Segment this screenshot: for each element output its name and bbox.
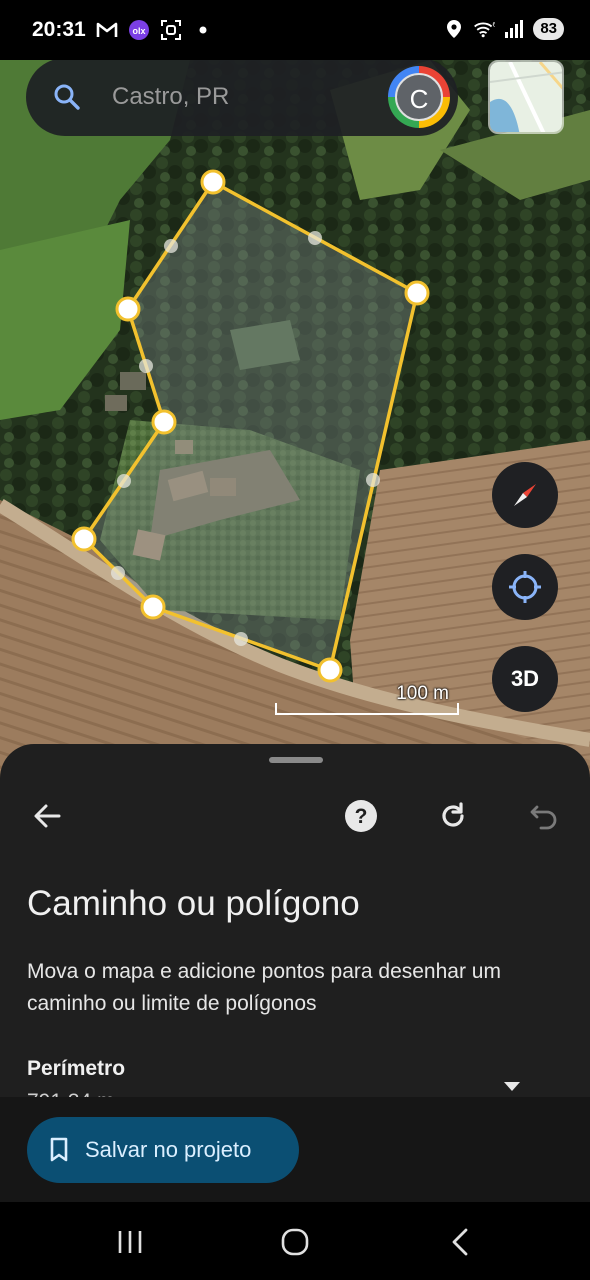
help-icon: ? xyxy=(345,800,377,832)
polygon-vertex[interactable] xyxy=(140,594,166,620)
recent-apps-icon xyxy=(118,1231,142,1253)
redo-button[interactable] xyxy=(431,794,475,838)
back-nav-button[interactable] xyxy=(440,1222,480,1262)
polygon-vertex[interactable] xyxy=(151,409,177,435)
notification-icons: olx xyxy=(96,19,214,41)
bookmark-icon xyxy=(50,1137,68,1162)
compass-icon xyxy=(514,484,536,506)
sheet-description: Mova o mapa e adicione pontos para desen… xyxy=(27,960,501,1015)
search-icon[interactable] xyxy=(52,82,82,112)
map-layers-button[interactable] xyxy=(488,60,564,134)
3d-toggle-button[interactable]: 3D xyxy=(492,646,558,712)
action-bar: Salvar no projeto xyxy=(0,1097,590,1202)
polygon-vertex[interactable] xyxy=(200,169,226,195)
status-time: 20:31 xyxy=(32,18,86,41)
account-avatar-ring[interactable]: C xyxy=(388,66,450,128)
undo-button[interactable] xyxy=(522,794,566,838)
save-label: Salvar no projeto xyxy=(85,1137,252,1162)
chevron-left-icon xyxy=(452,1228,468,1256)
gmail-icon xyxy=(96,19,118,41)
system-icons: 6 83 xyxy=(443,18,564,40)
save-to-project-button[interactable]: Salvar no projeto xyxy=(27,1117,299,1183)
avatar[interactable]: C xyxy=(395,73,443,121)
metric-dropdown-button[interactable] xyxy=(498,1072,526,1100)
svg-text:?: ? xyxy=(355,805,368,828)
compass-button[interactable] xyxy=(492,462,558,528)
drag-handle[interactable] xyxy=(269,757,323,763)
search-input[interactable] xyxy=(112,80,372,114)
sheet-title: Caminho ou polígono xyxy=(27,884,360,923)
map-scale: 100 m xyxy=(275,683,459,717)
wifi-icon: 6 xyxy=(473,18,495,40)
scale-bar xyxy=(275,703,459,715)
undo-icon xyxy=(530,805,557,830)
location-icon xyxy=(443,18,465,40)
help-button[interactable]: ? xyxy=(339,794,383,838)
scan-icon xyxy=(160,19,182,41)
svg-text:olx: olx xyxy=(132,26,145,36)
system-nav-bar xyxy=(0,1202,590,1280)
recent-apps-button[interactable] xyxy=(110,1222,150,1262)
map-thumbnail-icon xyxy=(490,62,562,132)
scale-label: 100 m xyxy=(396,683,449,704)
my-location-button[interactable] xyxy=(492,554,558,620)
chevron-down-icon xyxy=(504,1082,520,1091)
polygon-vertex[interactable] xyxy=(71,526,97,552)
arrow-back-icon xyxy=(34,804,61,828)
status-bar: 20:31 olx 6 83 xyxy=(0,0,590,60)
perimeter-label: Perímetro xyxy=(27,1057,126,1080)
my-location-icon xyxy=(509,571,541,603)
polygon-vertex[interactable] xyxy=(404,280,430,306)
olx-icon: olx xyxy=(128,19,150,41)
refresh-icon xyxy=(442,802,464,827)
battery-indicator: 83 xyxy=(533,18,564,40)
home-button[interactable] xyxy=(275,1222,315,1262)
polygon-vertex[interactable] xyxy=(115,296,141,322)
polygon-vertex[interactable] xyxy=(317,657,343,683)
signal-icon xyxy=(503,18,525,40)
home-icon xyxy=(281,1228,309,1256)
svg-text:6: 6 xyxy=(493,21,496,28)
dot-icon xyxy=(192,19,214,41)
back-button[interactable] xyxy=(25,794,69,838)
